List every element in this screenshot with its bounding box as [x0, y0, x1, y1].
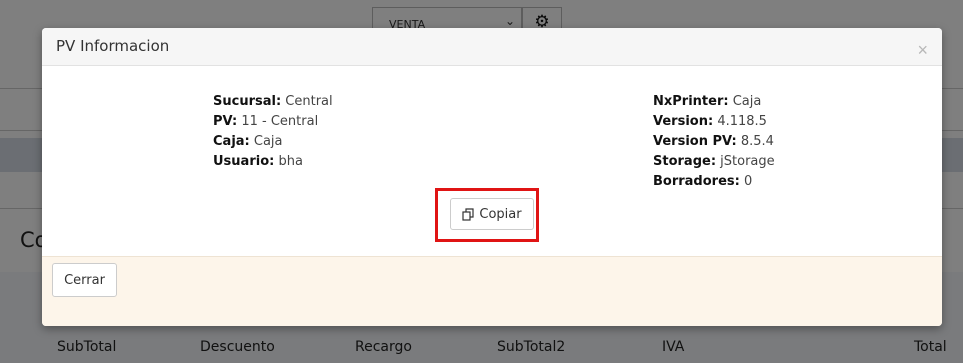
pv-info-modal: PV Informacion × Sucursal: Central PV: 1… [42, 28, 942, 326]
info-row-caja: Caja: Caja [213, 132, 333, 152]
close-button[interactable]: Cerrar [52, 263, 117, 297]
modal-title: PV Informacion [56, 37, 170, 55]
pv-info-right: NxPrinter: Caja Version: 4.118.5 Version… [653, 92, 775, 192]
info-label: Version PV: [653, 134, 737, 149]
info-row-version: Version: 4.118.5 [653, 112, 775, 132]
info-row-pv: PV: 11 - Central [213, 112, 333, 132]
copy-button-label: Copiar [479, 206, 522, 222]
info-value: 0 [743, 174, 753, 189]
info-row-version-pv: Version PV: 8.5.4 [653, 132, 775, 152]
info-label: Caja: [213, 134, 250, 149]
info-value: jStorage [720, 154, 775, 169]
pv-info-left: Sucursal: Central PV: 11 - Central Caja:… [213, 92, 333, 172]
close-icon[interactable]: × [917, 40, 928, 60]
info-row-nxprinter: NxPrinter: Caja [653, 92, 775, 112]
info-label: NxPrinter: [653, 94, 729, 109]
info-label: Sucursal: [213, 94, 282, 109]
info-value: 8.5.4 [740, 134, 774, 149]
info-value: 4.118.5 [717, 114, 767, 129]
copy-button[interactable]: Copiar [450, 198, 534, 230]
info-row-storage: Storage: jStorage [653, 152, 775, 172]
info-value: bha [278, 154, 303, 169]
info-label: Borradores: [653, 174, 740, 189]
info-label: PV: [213, 114, 238, 129]
info-value: 11 - Central [241, 114, 319, 129]
copy-icon [462, 207, 475, 221]
modal-footer: Cerrar [42, 256, 942, 326]
info-row-usuario: Usuario: bha [213, 152, 333, 172]
info-value: Caja [253, 134, 283, 149]
info-label: Usuario: [213, 154, 275, 169]
info-value: Central [285, 94, 333, 109]
info-label: Version: [653, 114, 714, 129]
info-row-borradores: Borradores: 0 [653, 172, 775, 192]
info-label: Storage: [653, 154, 717, 169]
info-row-sucursal: Sucursal: Central [213, 92, 333, 112]
modal-header: PV Informacion × [42, 28, 942, 66]
info-value: Caja [732, 94, 762, 109]
